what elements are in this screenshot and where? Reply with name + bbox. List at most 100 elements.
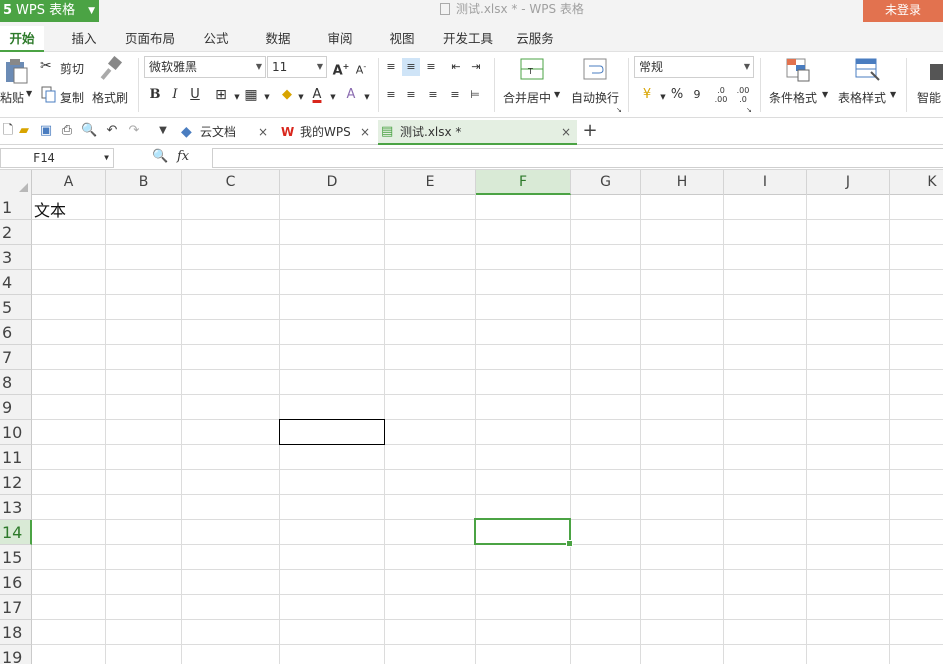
tab-home[interactable]: 开始 [0,26,44,52]
column-header-c[interactable]: C [182,170,280,195]
tab-review[interactable]: 审阅 [320,26,360,52]
row-header-2[interactable]: 2 [0,220,32,245]
chevron-down-icon[interactable]: ▼ [258,88,276,106]
copy-button[interactable]: 复制 [60,89,84,106]
chevron-down-icon[interactable]: ▼ [554,90,560,99]
row-header-10[interactable]: 10 [0,420,32,445]
row-header-1[interactable]: 1 [0,195,32,220]
column-header-j[interactable]: J [807,170,890,195]
row-header-7[interactable]: 7 [0,345,32,370]
column-header-e[interactable]: E [385,170,476,195]
chevron-down-icon[interactable]: ▼ [324,88,342,106]
align-middle-icon[interactable]: ≡ [402,58,420,76]
tab-data[interactable]: 数据 [258,26,298,52]
row-header-16[interactable]: 16 [0,570,32,595]
expand-icon[interactable]: ↘ [746,106,752,114]
row-header-15[interactable]: 15 [0,545,32,570]
row-header-19[interactable]: 19 [0,645,32,664]
row-header-3[interactable]: 3 [0,245,32,270]
tab-view[interactable]: 视图 [382,26,422,52]
spreadsheet-grid[interactable]: ABCDEFGHIJK 1 2 3 4 5 6 7 8 9 10 11 12 13 14 15 16 17 18 1… [0,170,943,664]
select-all-corner[interactable] [0,170,32,195]
align-top-icon[interactable]: ≡ [382,58,400,76]
number-format-select[interactable]: 常规 ▼ [634,56,754,78]
print-icon[interactable]: ⎙ [59,123,75,139]
row-header-5[interactable]: 5 [0,295,32,320]
tab-cloud-service[interactable]: 云服务 [512,26,558,52]
row-header-8[interactable]: 8 [0,370,32,395]
underline-icon[interactable]: U [186,86,204,104]
row-header-9[interactable]: 9 [0,395,32,420]
active-cell-selection[interactable] [474,518,573,547]
percent-button[interactable]: % [668,86,686,104]
format-painter-button[interactable]: 格式刷 [92,89,128,106]
new-file-icon[interactable]: 🗋 [0,123,16,139]
row-header-18[interactable]: 18 [0,620,32,645]
column-header-b[interactable]: B [106,170,182,195]
chevron-down-icon[interactable]: ▼ [358,88,376,106]
comma-style-button[interactable]: 9 [688,86,706,104]
name-box[interactable]: F14 ▼ [0,148,114,168]
row-header-11[interactable]: 11 [0,445,32,470]
decrease-font-icon[interactable]: A- [352,58,370,77]
decrease-indent-icon[interactable]: ⇤ [447,58,465,76]
decrease-decimal-icon[interactable]: .00.0 [734,86,752,104]
redo-icon[interactable]: ↷ [126,123,142,139]
column-header-g[interactable]: G [571,170,641,195]
conditional-format-button[interactable]: 条件格式 [769,89,817,106]
justify-icon[interactable]: ≡ [446,86,464,104]
expand-icon[interactable]: ↘ [616,106,622,114]
row-header-4[interactable]: 4 [0,270,32,295]
align-right-icon[interactable]: ≡ [424,86,442,104]
zoom-search-icon[interactable]: 🔍 [152,149,168,164]
column-header-f[interactable]: F [476,170,571,195]
formula-input[interactable] [212,148,943,168]
column-header-d[interactable]: D [280,170,385,195]
row-header-12[interactable]: 12 [0,470,32,495]
save-icon[interactable]: ▣ [38,123,54,139]
merge-center-button[interactable]: 合并居中 [503,89,551,106]
paste-icon[interactable] [4,58,28,84]
bold-icon[interactable]: B [146,86,164,104]
doc-tab-my-wps[interactable]: W 我的WPS × [278,120,376,145]
wrap-text-button[interactable]: 自动换行 [571,89,619,106]
new-tab-icon[interactable]: + [582,122,598,140]
chevron-down-icon[interactable]: ▼ [890,90,896,99]
align-left-icon[interactable]: ≡ [382,86,400,104]
row-header-14[interactable]: 14 [0,520,32,545]
app-menu-button[interactable]: 5 WPS 表格 ▼ [0,0,99,22]
column-header-h[interactable]: H [641,170,724,195]
align-center-icon[interactable]: ≡ [402,86,420,104]
column-header-i[interactable]: I [724,170,807,195]
column-header-k[interactable]: K [890,170,943,195]
close-icon[interactable]: × [360,120,370,144]
distributed-icon[interactable]: ⊨ [466,86,484,104]
tab-insert[interactable]: 插入 [62,26,106,52]
row-header-6[interactable]: 6 [0,320,32,345]
chevron-down-icon[interactable]: ▼ [822,90,828,99]
increase-indent-icon[interactable]: ⇥ [467,58,485,76]
font-name-select[interactable]: 微软雅黑 ▼ [144,56,266,78]
tab-formulas[interactable]: 公式 [196,26,236,52]
close-icon[interactable]: × [561,120,571,144]
paste-button[interactable]: 粘贴 [0,89,24,106]
open-folder-icon[interactable]: ▰ [16,123,32,139]
smart-tools-button[interactable]: 智能 [917,89,941,106]
doc-tab-spreadsheet[interactable]: ▤ 测试.xlsx * × [378,120,577,145]
increase-font-icon[interactable]: A+ [332,58,350,78]
print-preview-icon[interactable]: 🔍 [81,123,97,139]
doc-tab-cloud[interactable]: ◆ 云文档 × [178,120,274,145]
row-header-13[interactable]: 13 [0,495,32,520]
font-size-select[interactable]: 11 ▼ [267,56,327,78]
close-icon[interactable]: × [258,120,268,144]
column-header-a[interactable]: A [32,170,106,195]
customize-toolbar-chevron-icon[interactable]: ▼ [155,123,171,139]
tab-page-layout[interactable]: 页面布局 [118,26,182,52]
chevron-down-icon[interactable]: ▼ [26,89,32,98]
bordered-cell-d10[interactable] [279,419,385,445]
tab-developer[interactable]: 开发工具 [438,26,498,52]
cell-a1[interactable]: 文本 [34,197,66,221]
undo-icon[interactable]: ↶ [104,123,120,139]
insert-function-button[interactable]: fx [177,149,189,164]
login-button[interactable]: 未登录 [863,0,943,22]
